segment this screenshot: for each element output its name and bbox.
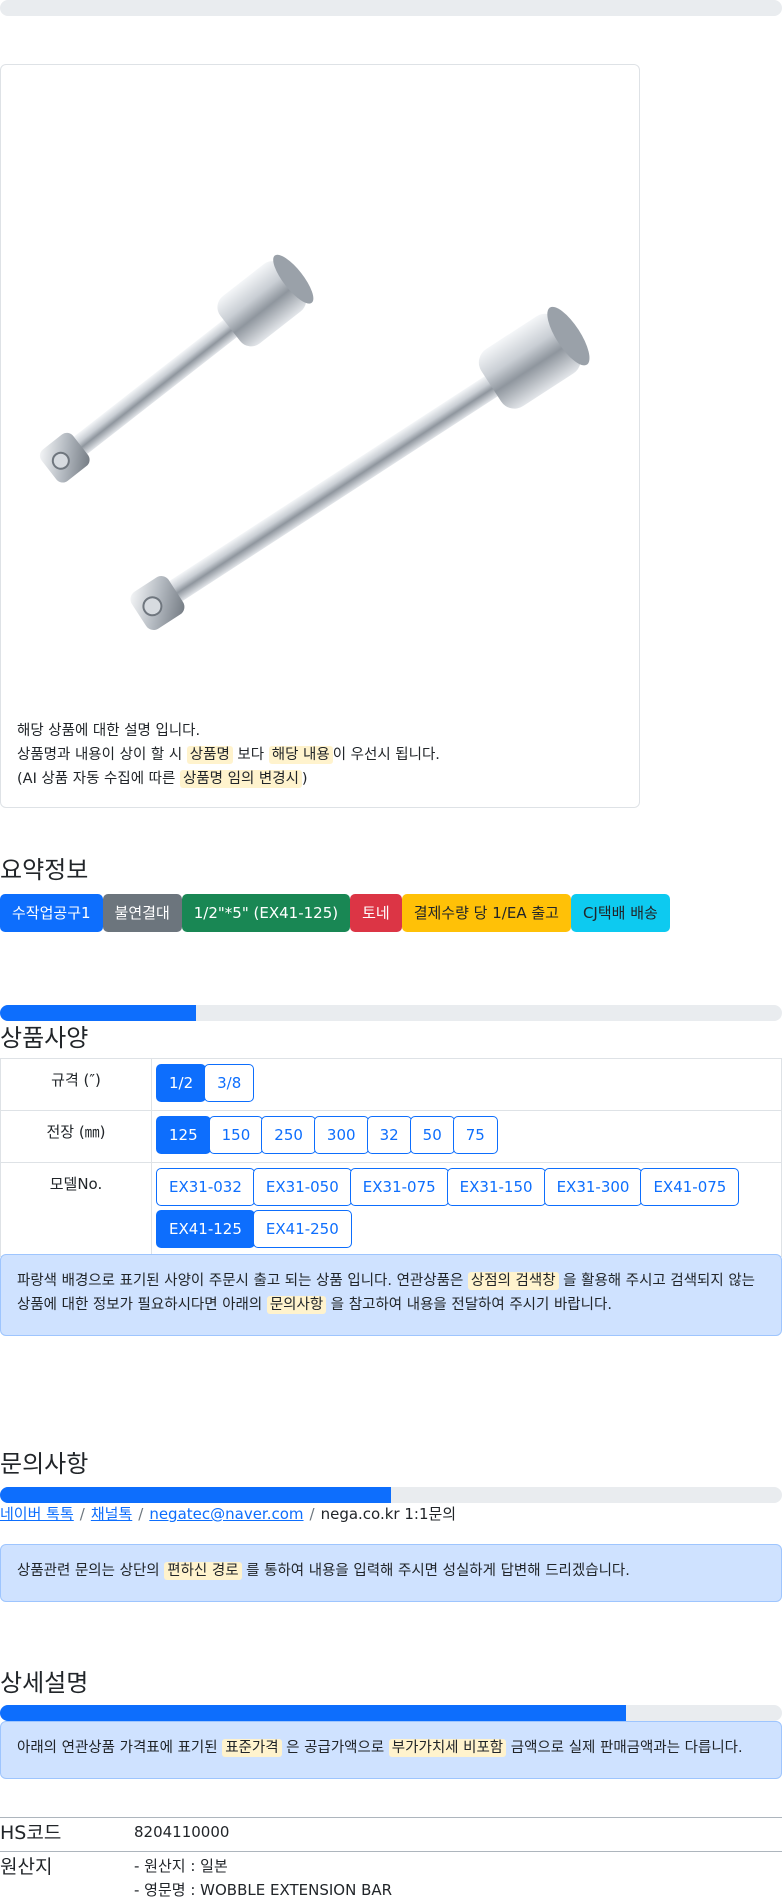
naver-talktalk-link[interactable]: 네이버 톡톡 — [0, 1505, 74, 1523]
spec-option-button[interactable]: 50 — [409, 1116, 455, 1154]
spec-row: 모델No. EX31-032 EX31-050 EX31-075 EX31-150 EX3… — [0, 1162, 782, 1257]
product-image — [39, 254, 590, 631]
inquiry-links: 네이버 톡톡 / 채널톡 / negatec@naver.com / nega.co.kr … — [0, 1503, 456, 1524]
spec-row: 전장 (㎜) 125 150 250 300 32 50 75 — [0, 1110, 782, 1163]
inquiry-title: 문의사항 — [0, 1450, 89, 1478]
info-row-origin: 원산지 - 원산지 : 일본 - 영문명 : WOBBLE EXTENSION … — [0, 1851, 782, 1901]
spec-options: EX31-032 EX31-050 EX31-075 EX31-150 EX31-300… — [151, 1162, 782, 1257]
summary-badge: 수작업공구1 — [0, 894, 103, 932]
spec-option-button[interactable]: 32 — [366, 1116, 412, 1154]
detail-title: 상세설명 — [0, 1669, 89, 1697]
spec-option-button[interactable]: EX31-032 — [156, 1168, 255, 1206]
english-name-line: - 영문명 : WOBBLE EXTENSION BAR — [134, 1881, 393, 1899]
separator: / — [309, 1505, 315, 1523]
notice-text: 파랑색 배경으로 표기된 사양이 주문시 출고 되는 상품 입니다. 연관상품은 — [17, 1273, 468, 1289]
spec-option-button[interactable]: 1/2 — [156, 1064, 207, 1102]
spec-options: 1/2 3/8 — [151, 1058, 782, 1111]
spec-option-button[interactable]: EX31-050 — [252, 1168, 352, 1206]
notes-line-2: 상품명과 내용이 상이 할 시 상품명 보다 해당 내용 이 우선시 됩니다. — [17, 743, 627, 767]
separator: / — [138, 1505, 144, 1523]
notice-text: 상품관련 문의는 상단의 — [17, 1563, 165, 1579]
notes-text: 상품명과 내용이 상이 할 시 — [17, 747, 187, 763]
notes-text: 이 우선시 됩니다. — [332, 747, 440, 763]
spec-option-button[interactable]: EX31-150 — [446, 1168, 546, 1206]
spec-option-button[interactable]: 300 — [313, 1116, 369, 1154]
specs-title: 상품사양 — [0, 1024, 89, 1052]
spec-option-button[interactable]: 150 — [208, 1116, 264, 1154]
highlight-content: 해당 내용 — [268, 746, 333, 764]
notes-text: (AI 상품 자동 수집에 따른 — [17, 771, 180, 787]
highlight-vat: 부가가치세 비포함 — [388, 1739, 507, 1757]
summary-badge: 결제수량 당 1/EA 출고 — [401, 894, 571, 932]
notes-text: ) — [301, 771, 308, 787]
notice-text: 을 참고하여 내용을 전달하여 주시기 바랍니다. — [326, 1297, 612, 1313]
summary-badge: 1/2"*5" (EX41-125) — [181, 894, 351, 932]
specs-progress-bar — [0, 1005, 782, 1021]
summary-badges: 수작업공구1 불연결대 1/2"*5" (EX41-125) 토네 결제수량 당 1/E… — [0, 894, 670, 932]
product-image-notes: 해당 상품에 대한 설명 입니다. 상품명과 내용이 상이 할 시 상품명 보다… — [17, 719, 627, 791]
spec-label: 규격 (″) — [0, 1058, 152, 1111]
notes-text: 보다 — [232, 747, 269, 763]
spec-option-button[interactable]: EX31-300 — [543, 1168, 643, 1206]
info-row-hs-code: HS코드 8204110000 — [0, 1817, 782, 1851]
highlight-standard-price: 표준가격 — [222, 1739, 282, 1757]
inquiry-progress-bar — [0, 1487, 782, 1503]
spec-option-button[interactable]: EX41-075 — [640, 1168, 740, 1206]
spec-option-button[interactable]: 3/8 — [204, 1064, 255, 1102]
highlight-search-box: 상점의 검색창 — [467, 1272, 559, 1290]
summary-badge: CJ택배 배송 — [570, 894, 670, 932]
spec-option-button[interactable]: EX31-075 — [349, 1168, 449, 1206]
inquiry-notice: 상품관련 문의는 상단의 편하신 경로 를 통하여 내용을 입력해 주시면 성실… — [0, 1544, 782, 1602]
origin-line: - 원산지 : 일본 — [134, 1857, 228, 1875]
spec-row: 규격 (″) 1/2 3/8 — [0, 1058, 782, 1111]
notice-text: 금액으로 실제 판매금액과는 다릅니다. — [506, 1740, 743, 1756]
highlight-route: 편하신 경로 — [164, 1562, 242, 1580]
notes-line-3: (AI 상품 자동 수집에 따른 상품명 임의 변경시) — [17, 767, 627, 791]
highlight-inquiry: 문의사항 — [266, 1296, 327, 1314]
detail-progress-bar — [0, 1705, 782, 1721]
info-value: 8204110000 — [134, 1823, 230, 1841]
summary-badge: 토네 — [350, 894, 402, 932]
channel-talk-link[interactable]: 채널톡 — [91, 1505, 132, 1523]
spec-option-button[interactable]: 125 — [156, 1116, 211, 1154]
highlight-product-name: 상품명 — [186, 746, 233, 764]
highlight-name-change: 상품명 임의 변경시 — [179, 770, 302, 788]
email-link[interactable]: negatec@naver.com — [149, 1505, 303, 1523]
site-inquiry-text: nega.co.kr 1:1문의 — [320, 1505, 457, 1523]
spec-label: 모델No. — [0, 1162, 152, 1257]
spec-option-button[interactable]: EX41-250 — [252, 1210, 352, 1248]
notice-text: 은 공급가액으로 — [281, 1740, 389, 1756]
product-image-card: 해당 상품에 대한 설명 입니다. 상품명과 내용이 상이 할 시 상품명 보다… — [0, 64, 640, 808]
top-progress-bar — [0, 0, 782, 16]
spec-option-button[interactable]: 250 — [261, 1116, 316, 1154]
separator: / — [79, 1505, 85, 1523]
info-key: 원산지 — [0, 1856, 53, 1878]
notice-text: 아래의 연관상품 가격표에 표기된 — [17, 1740, 223, 1756]
detail-progress-fill — [0, 1705, 626, 1721]
notes-line-1: 해당 상품에 대한 설명 입니다. — [17, 723, 201, 739]
spec-option-button[interactable]: EX41-125 — [156, 1210, 255, 1248]
info-key: HS코드 — [0, 1822, 62, 1844]
specs-notice: 파랑색 배경으로 표기된 사양이 주문시 출고 되는 상품 입니다. 연관상품은… — [0, 1254, 782, 1336]
spec-label: 전장 (㎜) — [0, 1110, 152, 1163]
summary-badge: 불연결대 — [102, 894, 182, 932]
summary-title: 요약정보 — [0, 856, 89, 884]
spec-options: 125 150 250 300 32 50 75 — [151, 1110, 782, 1163]
detail-notice: 아래의 연관상품 가격표에 표기된 표준가격 은 공급가액으로 부가가치세 비포… — [0, 1721, 782, 1779]
spec-table: 규격 (″) 1/2 3/8 전장 (㎜) 125 150 250 300 32 50 75 모델No… — [0, 1058, 782, 1257]
inquiry-progress-fill — [0, 1487, 391, 1503]
info-value: - 원산지 : 일본 - 영문명 : WOBBLE EXTENSION BAR — [134, 1854, 392, 1901]
notice-text: 를 통하여 내용을 입력해 주시면 성실하게 답변해 드리겠습니다. — [241, 1563, 630, 1579]
spec-option-button[interactable]: 75 — [452, 1116, 498, 1154]
